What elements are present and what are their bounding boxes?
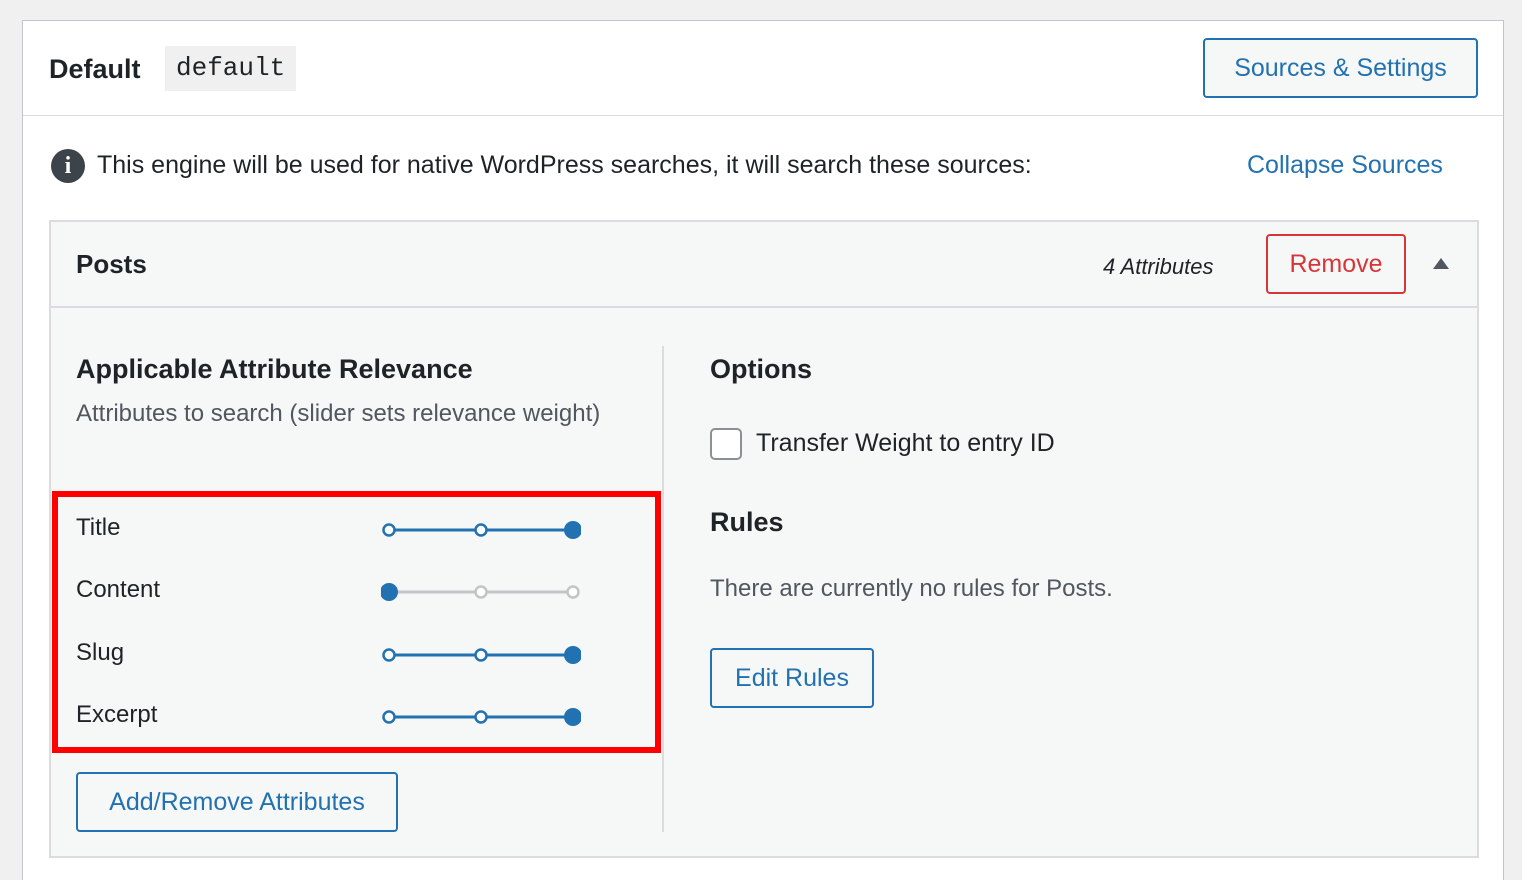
slider-stop [382, 523, 396, 537]
slider-handle [564, 646, 581, 664]
engine-notice-text: This engine will be used for native Word… [97, 151, 1032, 179]
relevance-slider[interactable] [381, 697, 581, 737]
slider-stop [382, 648, 396, 662]
column-divider [662, 346, 664, 832]
info-icon: i [51, 149, 85, 183]
attribute-row: Title [76, 510, 636, 550]
slider-stop [566, 585, 580, 599]
source-header[interactable]: Posts 4 Attributes Remove [51, 222, 1477, 308]
engine-panel: Default default Sources & Settings i Thi… [22, 20, 1504, 880]
transfer-weight-label[interactable]: Transfer Weight to entry ID [756, 429, 1055, 458]
sources-settings-button[interactable]: Sources & Settings [1203, 38, 1478, 98]
relevance-slider[interactable] [381, 510, 581, 550]
relevance-slider[interactable] [381, 635, 581, 675]
add-remove-attributes-button[interactable]: Add/Remove Attributes [76, 772, 398, 832]
slider-handle [564, 708, 581, 726]
attribute-row: Content [76, 572, 636, 612]
attribute-label: Excerpt [76, 701, 158, 728]
collapse-sources-link[interactable]: Collapse Sources [1247, 151, 1443, 180]
slider-stop [474, 585, 488, 599]
attribute-count: 4 Attributes [1103, 254, 1214, 279]
engine-header: Default default Sources & Settings [23, 21, 1503, 116]
transfer-weight-checkbox[interactable] [710, 428, 742, 460]
engine-slug: default [165, 46, 297, 91]
engine-title: Default [49, 54, 141, 84]
relevance-subheading: Attributes to search (slider sets releva… [76, 400, 601, 427]
attribute-label: Title [76, 514, 121, 541]
slider-stop [474, 710, 488, 724]
attribute-row: Excerpt [76, 697, 636, 737]
source-posts: Posts 4 Attributes Remove Applicable Att… [49, 220, 1479, 858]
attribute-label: Slug [76, 639, 125, 666]
attribute-row: Slug [76, 635, 636, 675]
slider-handle [564, 521, 581, 539]
source-title: Posts [76, 249, 147, 279]
rules-empty-text: There are currently no rules for Posts. [710, 575, 1113, 602]
slider-stop [474, 648, 488, 662]
options-heading: Options [710, 354, 812, 384]
remove-source-button[interactable]: Remove [1266, 234, 1406, 294]
triangle-up-icon[interactable] [1431, 256, 1451, 272]
relevance-slider[interactable] [381, 572, 581, 612]
attribute-label: Content [76, 576, 161, 603]
slider-stop [474, 523, 488, 537]
slider-handle [381, 583, 398, 601]
relevance-heading: Applicable Attribute Relevance [76, 354, 473, 384]
edit-rules-button[interactable]: Edit Rules [710, 648, 874, 708]
slider-stop [382, 710, 396, 724]
rules-heading: Rules [710, 507, 784, 537]
